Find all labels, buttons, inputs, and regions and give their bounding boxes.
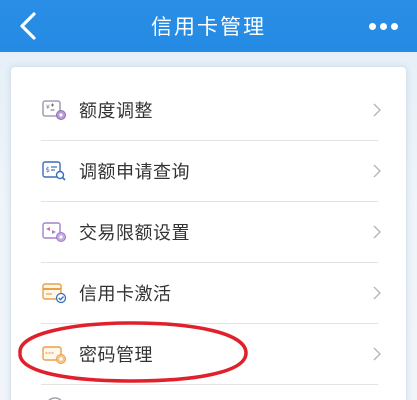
menu-item-label: 调额申请查询 bbox=[79, 161, 190, 183]
menu-item-limit-query[interactable]: $ 调额申请查询 bbox=[11, 140, 408, 201]
menu-item-card-activate[interactable]: 信用卡激活 bbox=[11, 262, 408, 323]
svg-text:$: $ bbox=[46, 166, 50, 174]
menu-item-label: 交易限额设置 bbox=[79, 222, 190, 244]
page-title: 信用卡管理 bbox=[151, 15, 266, 39]
menu-item-transaction-limit[interactable]: 交易限额设置 bbox=[11, 201, 408, 262]
chevron-right-icon bbox=[373, 347, 381, 360]
menu-item-label: 信用卡激活 bbox=[79, 283, 172, 305]
menu-item-password-manage[interactable]: *** 密码管理 bbox=[11, 323, 408, 384]
more-dot-icon bbox=[379, 22, 387, 30]
chevron-right-icon bbox=[373, 164, 381, 177]
chevron-right-icon bbox=[373, 286, 381, 299]
credit-card-management-screen: 信用卡管理 ¥ 额度调整 $ 调额申请查询 交易限额设置 信用卡激活 *** 密… bbox=[0, 0, 417, 400]
svg-text:¥: ¥ bbox=[46, 104, 50, 111]
credit-limit-adjust-icon: ¥ bbox=[42, 99, 66, 120]
card-activate-icon bbox=[42, 282, 67, 303]
back-button[interactable] bbox=[8, 6, 48, 46]
transaction-limit-icon bbox=[42, 221, 66, 242]
chevron-right-icon bbox=[373, 225, 381, 238]
chevron-right-icon bbox=[373, 103, 381, 116]
divider bbox=[41, 384, 378, 385]
more-dot-icon bbox=[390, 22, 398, 30]
more-dot-icon bbox=[368, 22, 376, 30]
chevron-left-icon bbox=[20, 12, 36, 40]
more-options-button[interactable] bbox=[363, 12, 403, 40]
menu-item-label: 额度调整 bbox=[79, 100, 153, 122]
top-navigation-bar: 信用卡管理 bbox=[0, 0, 417, 52]
menu-card: ¥ 额度调整 $ 调额申请查询 交易限额设置 信用卡激活 *** 密码管理 bbox=[10, 66, 407, 400]
limit-query-icon: $ bbox=[42, 160, 66, 181]
menu-item-credit-limit-adjust[interactable]: ¥ 额度调整 bbox=[11, 79, 408, 140]
svg-text:***: *** bbox=[45, 351, 54, 358]
next-item-icon bbox=[48, 397, 62, 400]
menu-item-label: 密码管理 bbox=[79, 344, 153, 366]
password-manage-icon: *** bbox=[42, 345, 66, 364]
